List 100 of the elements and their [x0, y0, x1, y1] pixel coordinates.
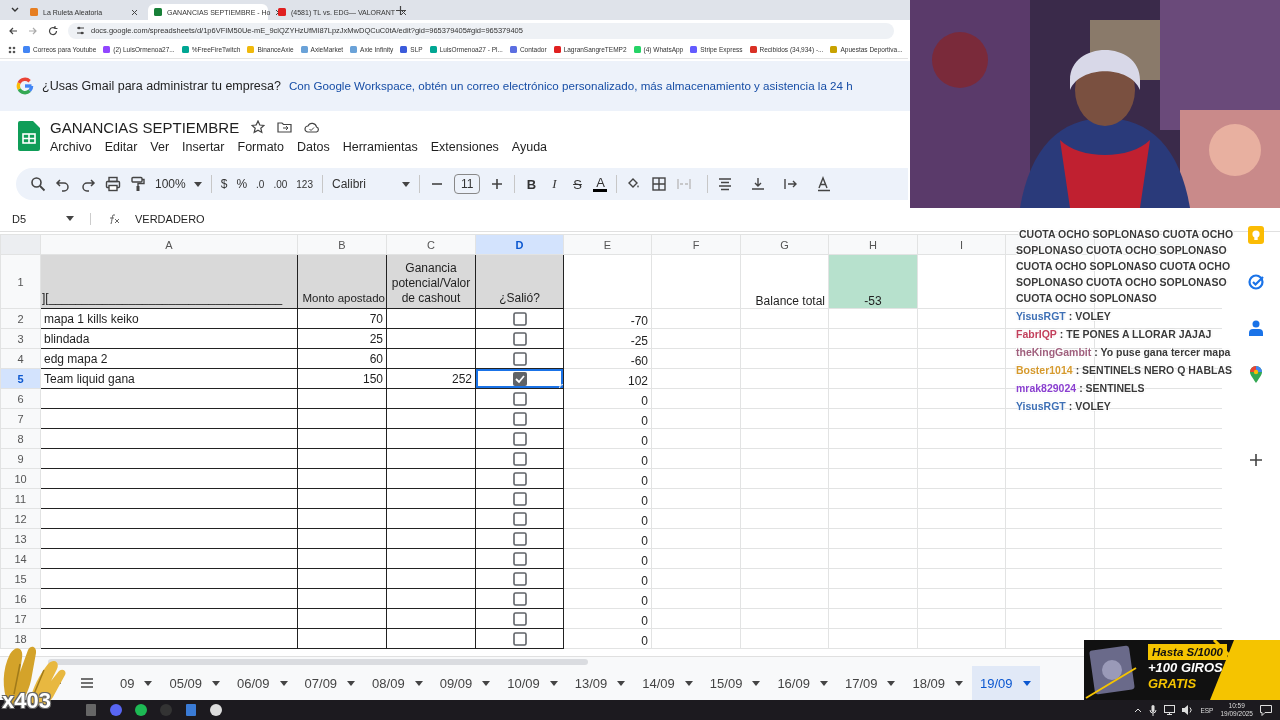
sheet-tab[interactable]: 16/09 — [769, 666, 837, 700]
row-number[interactable]: 5 — [0, 368, 41, 389]
document-title[interactable]: GANANCIAS SEPTIEMBRE — [50, 118, 240, 136]
sheet-tab[interactable]: 14/09 — [634, 666, 702, 700]
menu-item[interactable]: Archivo — [50, 139, 92, 154]
print-icon[interactable] — [105, 176, 121, 193]
menu-item[interactable]: Ver — [150, 139, 170, 154]
row-number[interactable]: 15 — [0, 568, 41, 589]
row-number[interactable]: 1 — [0, 254, 41, 309]
caret-icon[interactable] — [279, 680, 288, 686]
sheet-tab[interactable]: 06/09 — [229, 666, 297, 700]
column-header[interactable]: G — [740, 234, 829, 255]
row-number[interactable]: 11 — [0, 488, 41, 509]
menu-item[interactable]: Formato — [237, 139, 285, 154]
caret-icon[interactable] — [549, 680, 558, 686]
row-number[interactable]: 13 — [0, 528, 41, 549]
star-icon[interactable] — [251, 120, 266, 135]
checkbox[interactable] — [512, 511, 527, 526]
cloud-icon[interactable] — [304, 121, 321, 133]
volume-icon[interactable] — [1182, 705, 1194, 715]
paint-format-icon[interactable] — [130, 176, 146, 193]
back-icon[interactable] — [8, 25, 18, 36]
redo-icon[interactable] — [80, 176, 96, 193]
checkbox[interactable] — [512, 331, 527, 346]
checkbox[interactable] — [512, 551, 527, 566]
network-icon[interactable] — [1164, 705, 1176, 715]
menu-item[interactable]: Editar — [104, 139, 138, 154]
borders-icon[interactable] — [651, 176, 668, 193]
caret-icon[interactable] — [819, 680, 828, 686]
column-header[interactable]: C — [386, 234, 476, 255]
row-number[interactable]: 12 — [0, 508, 41, 529]
column-header[interactable]: A — [40, 234, 298, 255]
caret-icon[interactable] — [144, 680, 153, 686]
map-pin-icon[interactable] — [1250, 366, 1262, 383]
column-header[interactable]: F — [651, 234, 741, 255]
checkbox[interactable] — [512, 571, 527, 586]
chat-username[interactable]: YisusRGT — [1016, 400, 1066, 412]
column-header[interactable]: D — [475, 234, 564, 255]
checkbox[interactable] — [512, 631, 527, 646]
add-icon[interactable] — [1249, 453, 1263, 467]
sheet-tab[interactable]: 09/09 — [431, 666, 500, 700]
microphone-icon[interactable] — [1149, 704, 1158, 716]
checkbox[interactable] — [512, 471, 527, 486]
name-box[interactable]: D5 — [12, 212, 91, 225]
column-header[interactable]: I — [917, 234, 1006, 255]
caret-icon[interactable] — [752, 680, 761, 686]
menu-icon[interactable] — [80, 677, 94, 689]
chat-username[interactable]: YisusRGT — [1016, 310, 1066, 322]
menu-item[interactable]: Ayuda — [511, 139, 548, 154]
undo-icon[interactable] — [55, 176, 71, 193]
sheet-tab[interactable]: 13/09 — [566, 666, 635, 700]
add-tab-icon[interactable] — [396, 5, 405, 15]
caret-up-icon[interactable] — [1134, 707, 1143, 713]
checkbox[interactable] — [512, 351, 527, 366]
checkbox[interactable] — [512, 411, 527, 426]
formula-field[interactable]: VERDADERO — [135, 212, 205, 225]
check-circle-icon[interactable] — [1248, 274, 1264, 290]
zoom-dropdown[interactable]: 100% — [155, 177, 202, 192]
reload-icon[interactable] — [48, 25, 58, 36]
number-format-button[interactable]: 123 — [296, 178, 313, 190]
scrollbar[interactable] — [48, 658, 588, 665]
taskbar-app-icon[interactable] — [209, 703, 223, 717]
caret-icon[interactable] — [684, 680, 693, 686]
sheet-tab[interactable]: 15/09 — [701, 666, 770, 700]
caret-icon[interactable] — [212, 680, 220, 686]
close-icon[interactable] — [131, 8, 138, 16]
caret-icon[interactable] — [66, 216, 75, 222]
checkbox[interactable] — [512, 591, 527, 606]
sheet-tab[interactable]: 05/09 — [161, 666, 229, 700]
currency-button[interactable]: $ — [220, 177, 228, 192]
checkbox[interactable] — [512, 531, 527, 546]
caret-icon[interactable] — [402, 181, 410, 187]
caret-icon[interactable] — [193, 181, 202, 187]
menu-item[interactable]: Herramientas — [342, 139, 418, 154]
percent-button[interactable]: % — [236, 177, 248, 192]
caret-icon[interactable] — [955, 680, 964, 686]
text-color-button[interactable]: A — [593, 176, 608, 192]
column-header[interactable]: B — [297, 234, 387, 255]
folder-icon[interactable] — [277, 121, 293, 134]
font-dropdown[interactable]: Calibri — [332, 177, 410, 192]
checkbox[interactable] — [512, 611, 527, 626]
caret-icon[interactable] — [347, 680, 356, 686]
caret-icon[interactable] — [414, 680, 423, 686]
italic-button[interactable]: I — [547, 176, 562, 193]
row-number[interactable]: 2 — [0, 308, 41, 329]
row-number[interactable]: 10 — [0, 468, 41, 489]
row-number[interactable]: 18 — [0, 628, 41, 649]
checkbox[interactable] — [512, 371, 527, 386]
sheet-tab[interactable]: 10/09 — [499, 666, 567, 700]
chat-username[interactable]: FabrIQP — [1016, 328, 1057, 340]
row-number[interactable]: 4 — [0, 348, 41, 369]
checkbox[interactable] — [512, 451, 527, 466]
increase-decimals-button[interactable]: .00 — [273, 178, 288, 190]
person-icon[interactable] — [1249, 320, 1263, 336]
caret-icon[interactable] — [887, 680, 896, 686]
close-icon[interactable] — [400, 8, 408, 16]
row-number[interactable]: 6 — [0, 388, 41, 409]
bold-button[interactable]: B — [524, 176, 539, 192]
sheet-tab[interactable]: 18/09 — [904, 666, 973, 700]
sheet-tab[interactable]: 07/09 — [296, 666, 365, 700]
